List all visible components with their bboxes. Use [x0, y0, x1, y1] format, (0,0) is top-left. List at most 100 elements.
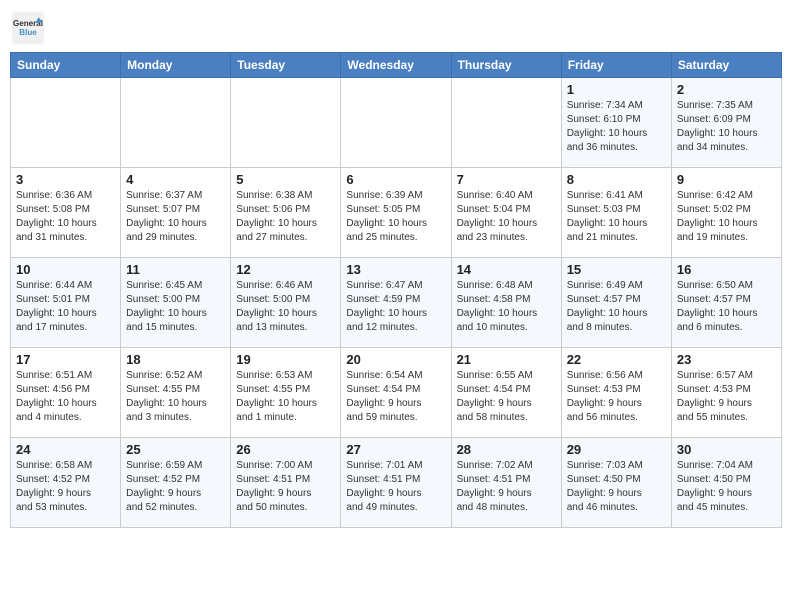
day-number: 4 — [126, 172, 225, 187]
weekday-header-tuesday: Tuesday — [231, 53, 341, 78]
calendar-header: SundayMondayTuesdayWednesdayThursdayFrid… — [11, 53, 782, 78]
calendar-cell: 18 Sunrise: 6:52 AM Sunset: 4:55 PM Dayli… — [121, 348, 231, 438]
calendar-cell: 27 Sunrise: 7:01 AM Sunset: 4:51 PM Dayli… — [341, 438, 451, 528]
day-info: Sunrise: 7:02 AM Sunset: 4:51 PM Dayligh… — [457, 459, 556, 515]
day-info: Sunrise: 6:56 AM Sunset: 4:53 PM Dayligh… — [567, 369, 666, 425]
logo-icon: General Blue — [10, 10, 46, 46]
calendar-body: 1 Sunrise: 7:34 AM Sunset: 6:10 PM Daylig… — [11, 78, 782, 528]
calendar-week-0: 1 Sunrise: 7:34 AM Sunset: 6:10 PM Daylig… — [11, 78, 782, 168]
day-info: Sunrise: 6:41 AM Sunset: 5:03 PM Dayligh… — [567, 189, 666, 245]
calendar-cell: 25 Sunrise: 6:59 AM Sunset: 4:52 PM Dayli… — [121, 438, 231, 528]
calendar-cell: 14 Sunrise: 6:48 AM Sunset: 4:58 PM Dayli… — [451, 258, 561, 348]
day-info: Sunrise: 6:53 AM Sunset: 4:55 PM Dayligh… — [236, 369, 335, 425]
calendar-cell — [341, 78, 451, 168]
calendar-cell — [451, 78, 561, 168]
calendar-cell: 20 Sunrise: 6:54 AM Sunset: 4:54 PM Dayli… — [341, 348, 451, 438]
day-info: Sunrise: 7:35 AM Sunset: 6:09 PM Dayligh… — [677, 99, 776, 155]
day-number: 28 — [457, 442, 556, 457]
calendar-week-1: 3 Sunrise: 6:36 AM Sunset: 5:08 PM Daylig… — [11, 168, 782, 258]
calendar-cell: 5Sunrise: 6:38 AM Sunset: 5:06 PM Daylig… — [231, 168, 341, 258]
calendar-cell: 10Sunrise: 6:44 AM Sunset: 5:01 PM Dayli… — [11, 258, 121, 348]
day-number: 24 — [16, 442, 115, 457]
day-number: 3 — [16, 172, 115, 187]
day-number: 11 — [126, 262, 225, 277]
weekday-row: SundayMondayTuesdayWednesdayThursdayFrid… — [11, 53, 782, 78]
day-info: Sunrise: 6:48 AM Sunset: 4:58 PM Dayligh… — [457, 279, 556, 335]
day-number: 16 — [677, 262, 776, 277]
calendar-cell: 28 Sunrise: 7:02 AM Sunset: 4:51 PM Dayli… — [451, 438, 561, 528]
day-number: 20 — [346, 352, 445, 367]
calendar-cell: 22Sunrise: 6:56 AM Sunset: 4:53 PM Dayli… — [561, 348, 671, 438]
calendar-cell: 8Sunrise: 6:41 AM Sunset: 5:03 PM Daylig… — [561, 168, 671, 258]
calendar-cell: 9Sunrise: 6:42 AM Sunset: 5:02 PM Daylig… — [671, 168, 781, 258]
weekday-header-friday: Friday — [561, 53, 671, 78]
day-info: Sunrise: 6:46 AM Sunset: 5:00 PM Dayligh… — [236, 279, 335, 335]
day-info: Sunrise: 6:44 AM Sunset: 5:01 PM Dayligh… — [16, 279, 115, 335]
svg-text:Blue: Blue — [19, 28, 37, 37]
day-info: Sunrise: 6:40 AM Sunset: 5:04 PM Dayligh… — [457, 189, 556, 245]
day-number: 30 — [677, 442, 776, 457]
day-info: Sunrise: 7:34 AM Sunset: 6:10 PM Dayligh… — [567, 99, 666, 155]
calendar-week-3: 17 Sunrise: 6:51 AM Sunset: 4:56 PM Dayli… — [11, 348, 782, 438]
day-info: Sunrise: 6:51 AM Sunset: 4:56 PM Dayligh… — [16, 369, 115, 425]
day-info: Sunrise: 6:37 AM Sunset: 5:07 PM Dayligh… — [126, 189, 225, 245]
day-info: Sunrise: 7:01 AM Sunset: 4:51 PM Dayligh… — [346, 459, 445, 515]
calendar-cell — [11, 78, 121, 168]
calendar-cell: 16Sunrise: 6:50 AM Sunset: 4:57 PM Dayli… — [671, 258, 781, 348]
calendar-cell: 29 Sunrise: 7:03 AM Sunset: 4:50 PM Dayli… — [561, 438, 671, 528]
day-info: Sunrise: 6:36 AM Sunset: 5:08 PM Dayligh… — [16, 189, 115, 245]
calendar-cell — [121, 78, 231, 168]
day-number: 18 — [126, 352, 225, 367]
calendar-cell: 4 Sunrise: 6:37 AM Sunset: 5:07 PM Daylig… — [121, 168, 231, 258]
calendar-cell: 1 Sunrise: 7:34 AM Sunset: 6:10 PM Daylig… — [561, 78, 671, 168]
day-number: 12 — [236, 262, 335, 277]
calendar-cell: 11 Sunrise: 6:45 AM Sunset: 5:00 PM Dayli… — [121, 258, 231, 348]
day-info: Sunrise: 6:58 AM Sunset: 4:52 PM Dayligh… — [16, 459, 115, 515]
calendar-cell: 3 Sunrise: 6:36 AM Sunset: 5:08 PM Daylig… — [11, 168, 121, 258]
day-number: 27 — [346, 442, 445, 457]
day-info: Sunrise: 6:45 AM Sunset: 5:00 PM Dayligh… — [126, 279, 225, 335]
calendar-week-2: 10Sunrise: 6:44 AM Sunset: 5:01 PM Dayli… — [11, 258, 782, 348]
calendar-cell: 24 Sunrise: 6:58 AM Sunset: 4:52 PM Dayli… — [11, 438, 121, 528]
day-info: Sunrise: 6:39 AM Sunset: 5:05 PM Dayligh… — [346, 189, 445, 245]
day-number: 7 — [457, 172, 556, 187]
day-number: 13 — [346, 262, 445, 277]
page-header: General Blue — [10, 10, 782, 46]
day-info: Sunrise: 6:52 AM Sunset: 4:55 PM Dayligh… — [126, 369, 225, 425]
calendar-table: SundayMondayTuesdayWednesdayThursdayFrid… — [10, 52, 782, 528]
day-number: 17 — [16, 352, 115, 367]
day-number: 14 — [457, 262, 556, 277]
day-info: Sunrise: 6:59 AM Sunset: 4:52 PM Dayligh… — [126, 459, 225, 515]
calendar-cell: 6 Sunrise: 6:39 AM Sunset: 5:05 PM Daylig… — [341, 168, 451, 258]
calendar-cell: 21 Sunrise: 6:55 AM Sunset: 4:54 PM Dayli… — [451, 348, 561, 438]
day-number: 1 — [567, 82, 666, 97]
day-number: 29 — [567, 442, 666, 457]
day-number: 25 — [126, 442, 225, 457]
day-number: 19 — [236, 352, 335, 367]
weekday-header-monday: Monday — [121, 53, 231, 78]
calendar-cell: 12 Sunrise: 6:46 AM Sunset: 5:00 PM Dayli… — [231, 258, 341, 348]
calendar-cell — [231, 78, 341, 168]
calendar-cell: 17 Sunrise: 6:51 AM Sunset: 4:56 PM Dayli… — [11, 348, 121, 438]
day-info: Sunrise: 6:47 AM Sunset: 4:59 PM Dayligh… — [346, 279, 445, 335]
day-info: Sunrise: 6:38 AM Sunset: 5:06 PM Dayligh… — [236, 189, 335, 245]
day-number: 26 — [236, 442, 335, 457]
day-number: 2 — [677, 82, 776, 97]
day-info: Sunrise: 6:55 AM Sunset: 4:54 PM Dayligh… — [457, 369, 556, 425]
calendar-cell: 19 Sunrise: 6:53 AM Sunset: 4:55 PM Dayli… — [231, 348, 341, 438]
day-number: 21 — [457, 352, 556, 367]
day-info: Sunrise: 7:00 AM Sunset: 4:51 PM Dayligh… — [236, 459, 335, 515]
day-info: Sunrise: 6:57 AM Sunset: 4:53 PM Dayligh… — [677, 369, 776, 425]
day-info: Sunrise: 7:03 AM Sunset: 4:50 PM Dayligh… — [567, 459, 666, 515]
day-info: Sunrise: 6:54 AM Sunset: 4:54 PM Dayligh… — [346, 369, 445, 425]
calendar-cell: 30Sunrise: 7:04 AM Sunset: 4:50 PM Dayli… — [671, 438, 781, 528]
calendar-cell: 26 Sunrise: 7:00 AM Sunset: 4:51 PM Dayli… — [231, 438, 341, 528]
calendar-cell: 13 Sunrise: 6:47 AM Sunset: 4:59 PM Dayli… — [341, 258, 451, 348]
calendar-week-4: 24 Sunrise: 6:58 AM Sunset: 4:52 PM Dayli… — [11, 438, 782, 528]
weekday-header-wednesday: Wednesday — [341, 53, 451, 78]
calendar-cell: 7 Sunrise: 6:40 AM Sunset: 5:04 PM Daylig… — [451, 168, 561, 258]
day-number: 6 — [346, 172, 445, 187]
weekday-header-saturday: Saturday — [671, 53, 781, 78]
day-info: Sunrise: 6:49 AM Sunset: 4:57 PM Dayligh… — [567, 279, 666, 335]
weekday-header-thursday: Thursday — [451, 53, 561, 78]
